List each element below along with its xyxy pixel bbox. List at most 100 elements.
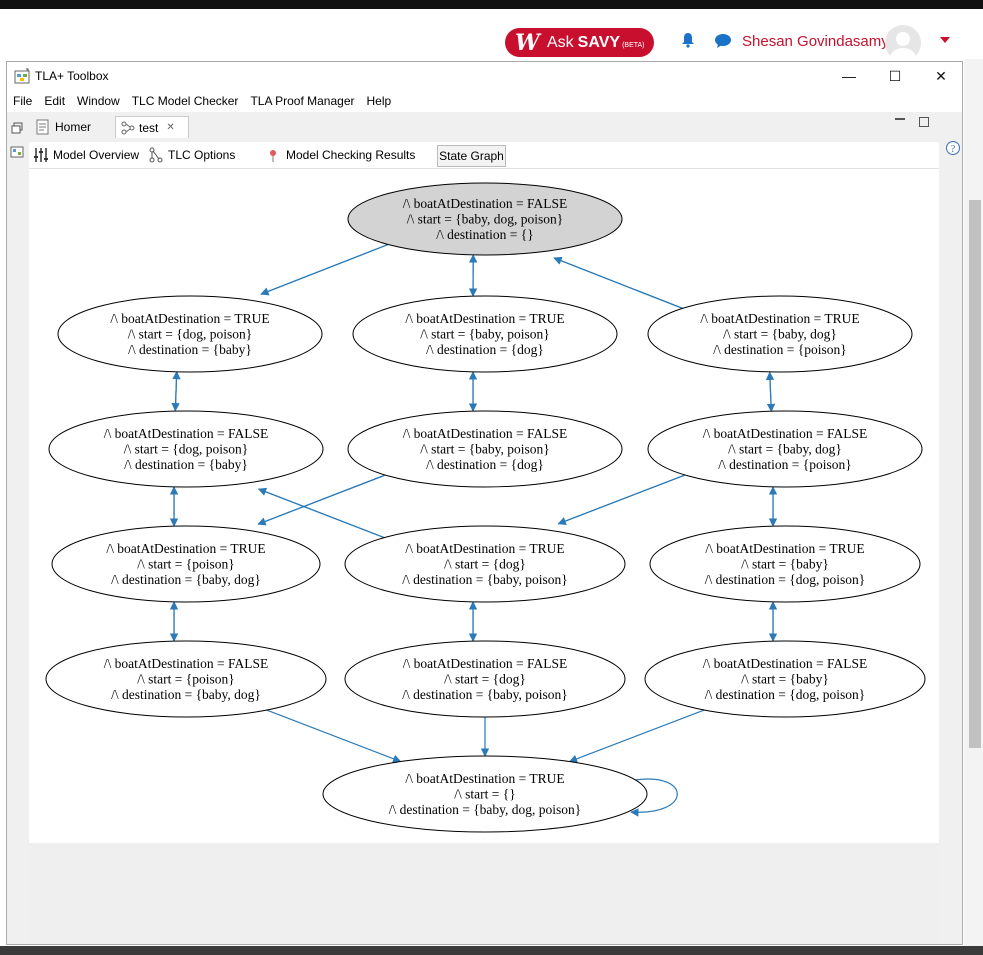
minimize-view-icon[interactable] (895, 118, 905, 120)
tab-state-graph[interactable]: State Graph (437, 145, 506, 167)
chat-icon[interactable] (714, 33, 732, 49)
chevron-down-icon[interactable] (940, 37, 950, 43)
state-node[interactable]: /\ boatAtDestination = TRUE/\ start = {}… (322, 755, 648, 833)
model-explorer-icon[interactable] (10, 144, 24, 158)
ask-savy-button[interactable]: W Ask SAVY (BETA) (505, 28, 654, 57)
menu-tlc-model-checker[interactable]: TLC Model Checker (126, 90, 245, 112)
menu-tla-proof-manager[interactable]: TLA Proof Manager (244, 90, 360, 112)
state-node[interactable]: /\ boatAtDestination = TRUE/\ start = {d… (57, 295, 323, 373)
state-node-line: /\ destination = {poison} (718, 457, 851, 472)
state-node[interactable]: /\ boatAtDestination = TRUE/\ start = {b… (647, 295, 913, 373)
close-icon[interactable]: ✕ (166, 122, 174, 133)
scrollbar-thumb[interactable] (969, 200, 981, 748)
state-node-line: /\ start = {baby, poison} (420, 327, 550, 342)
window-titlebar: TLA+ Toolbox — ☐ ✕ (7, 62, 962, 90)
transition-edge (568, 709, 705, 763)
menu-window[interactable]: Window (71, 90, 126, 112)
avatar[interactable] (885, 25, 921, 61)
maximize-button[interactable]: ☐ (872, 64, 918, 88)
user-name[interactable]: Shesan Govindasamy (742, 33, 889, 50)
transition-edge (765, 371, 775, 412)
tab-homer[interactable]: Homer (31, 116, 113, 137)
savy-label: SAVY (577, 33, 621, 51)
state-node[interactable]: /\ boatAtDestination = TRUE/\ start = {d… (344, 525, 626, 603)
state-node-line: /\ boatAtDestination = FALSE (104, 656, 268, 671)
network-icon (149, 147, 163, 163)
state-node-line: /\ destination = {baby} (128, 342, 252, 357)
state-node[interactable]: /\ boatAtDestination = FALSE/\ start = {… (347, 410, 623, 488)
restore-view-icon[interactable] (11, 121, 25, 135)
model-icon (121, 121, 135, 134)
state-node-line: /\ start = {baby, poison} (420, 442, 550, 457)
maximize-view-icon[interactable] (919, 117, 929, 127)
tab-model-checking-results[interactable]: Model Checking Results (265, 145, 425, 165)
pin-icon (270, 150, 276, 162)
transition-edge (558, 469, 698, 525)
web-header: W Ask SAVY (BETA) Shesan Govindasamy (0, 9, 983, 61)
state-node-line: /\ destination = {} (436, 227, 533, 242)
state-node-line: /\ boatAtDestination = TRUE (110, 311, 269, 326)
tab-test[interactable]: test ✕ (115, 116, 189, 138)
tab-state-graph-label: State Graph (439, 149, 504, 163)
minimize-button[interactable]: — (826, 64, 872, 88)
state-node-line: /\ boatAtDestination = TRUE (705, 541, 864, 556)
state-node[interactable]: /\ boatAtDestination = FALSE/\ start = {… (644, 640, 926, 718)
menu-help-label: Help (366, 94, 392, 108)
menu-edit-label: Edit (44, 94, 66, 108)
state-node-line: /\ boatAtDestination = FALSE (703, 426, 867, 441)
state-node[interactable]: /\ boatAtDestination = FALSE/\ start = {… (48, 410, 324, 488)
state-node-line: /\ start = {baby, dog} (723, 327, 837, 342)
state-node-line: /\ destination = {dog, poison} (705, 572, 865, 587)
state-node-line: /\ start = {baby} (741, 557, 829, 572)
menu-file[interactable]: File (7, 90, 38, 112)
state-node-line: /\ start = {poison} (137, 672, 234, 687)
state-node-line: /\ boatAtDestination = FALSE (104, 426, 268, 441)
state-node[interactable]: /\ boatAtDestination = TRUE/\ start = {b… (352, 295, 618, 373)
savy-logo: W (515, 29, 540, 56)
tab-model-overview[interactable]: Model Overview (33, 145, 145, 165)
tab-results-label: Model Checking Results (286, 148, 416, 162)
state-node-line: /\ start = {} (454, 787, 515, 802)
window-title: TLA+ Toolbox (35, 69, 109, 83)
menu-help[interactable]: Help (361, 90, 398, 112)
state-node[interactable]: /\ boatAtDestination = TRUE/\ start = {p… (51, 525, 321, 603)
state-node-line: /\ start = {dog, poison} (124, 442, 248, 457)
tab-tlc-options[interactable]: TLC Options (148, 145, 258, 165)
graph-empty-area (29, 843, 939, 943)
transition-edge (266, 709, 402, 763)
tab-model-overview-label: Model Overview (53, 148, 140, 162)
state-node[interactable]: /\ boatAtDestination = FALSE/\ start = {… (347, 182, 623, 256)
state-node-line: /\ boatAtDestination = FALSE (403, 196, 567, 211)
state-node-line: /\ boatAtDestination = TRUE (405, 771, 564, 786)
tla-toolbox-window: TLA+ Toolbox — ☐ ✕ File Edit Window TLC … (6, 61, 963, 945)
state-node-line: /\ start = {baby, dog, poison} (407, 212, 564, 227)
state-node[interactable]: /\ boatAtDestination = TRUE/\ start = {b… (649, 525, 921, 603)
state-node-line: /\ start = {baby} (741, 672, 829, 687)
state-node[interactable]: /\ boatAtDestination = FALSE/\ start = {… (344, 640, 626, 718)
menu-file-label: File (13, 94, 33, 108)
bell-icon[interactable] (680, 32, 696, 48)
state-node-line: /\ boatAtDestination = FALSE (403, 426, 567, 441)
state-node-line: /\ destination = {baby, poison} (402, 687, 568, 702)
state-node-line: /\ destination = {baby, dog, poison} (389, 802, 582, 817)
state-node-line: /\ destination = {baby, poison} (402, 572, 568, 587)
state-node-line: /\ start = {baby, dog} (728, 442, 842, 457)
taskbar-strip (0, 946, 983, 955)
menu-proof-label: TLA Proof Manager (250, 94, 355, 108)
spec-icon (36, 119, 49, 134)
state-node-line: /\ start = {dog} (444, 672, 526, 687)
tla-app-icon (14, 68, 30, 84)
menu-edit[interactable]: Edit (38, 90, 71, 112)
help-icon[interactable]: ? (945, 140, 961, 156)
state-node[interactable]: /\ boatAtDestination = FALSE/\ start = {… (45, 640, 327, 718)
state-node-line: /\ boatAtDestination = TRUE (405, 311, 564, 326)
close-button[interactable]: ✕ (918, 64, 964, 88)
state-node[interactable]: /\ boatAtDestination = FALSE/\ start = {… (647, 410, 923, 488)
state-node-line: /\ destination = {dog} (426, 342, 544, 357)
state-node-line: /\ boatAtDestination = FALSE (703, 656, 867, 671)
state-node-line: /\ destination = {dog, poison} (705, 687, 865, 702)
state-node-line: /\ destination = {baby, dog} (111, 687, 261, 702)
browser-top-strip (0, 0, 983, 9)
state-node-line: /\ start = {poison} (137, 557, 234, 572)
svg-text:?: ? (951, 144, 956, 155)
